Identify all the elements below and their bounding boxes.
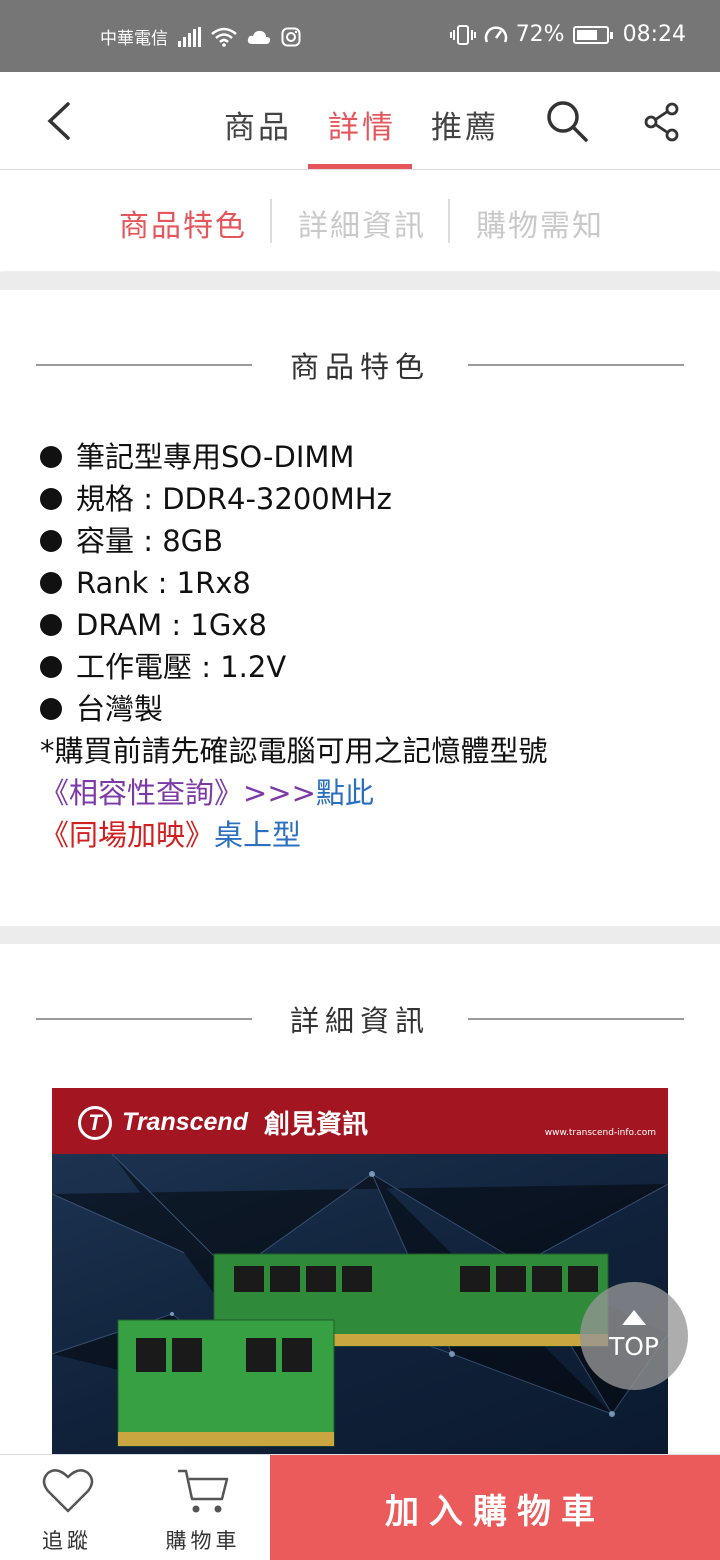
banner-brand: Transcend [122, 1108, 248, 1136]
subtab-divider [448, 199, 450, 243]
compat-link-row[interactable]: 《相容性查詢》>>>點此 [40, 772, 700, 814]
bullet-icon [40, 656, 62, 678]
tab-details[interactable]: 詳情 [328, 102, 396, 147]
ram-modules-illustration [52, 1153, 668, 1447]
features-section-title: 商品特色 [0, 344, 720, 384]
promo-link[interactable]: 桌上型 [214, 818, 301, 852]
detail-sub-tabs: 商品特色 詳細資訊 購物需知 [0, 171, 720, 271]
feature-text: 筆記型專用SO-DIMM [76, 440, 355, 474]
search-icon[interactable] [544, 98, 590, 144]
tab-recommend[interactable]: 推薦 [431, 102, 499, 147]
feature-text: 容量 : 8GB [76, 524, 224, 558]
promo-link-row[interactable]: 《同場加映》桌上型 [40, 814, 700, 856]
subtab-details[interactable]: 詳細資訊 [298, 201, 426, 245]
compat-prefix: 《相容性查詢》 [40, 776, 244, 810]
promo-prefix: 《同場加映》 [40, 818, 215, 852]
features-list: 筆記型專用SO-DIMM 規格 : DDR4-3200MHz 容量 : 8GB … [40, 436, 700, 856]
add-to-cart-button[interactable]: 加入購物車 [270, 1455, 720, 1560]
feature-item: 工作電壓 : 1.2V [40, 646, 700, 688]
feature-item: 筆記型專用SO-DIMM [40, 436, 700, 478]
top-nav: 商品 詳情 推薦 [0, 72, 720, 170]
divider-line [468, 364, 684, 366]
scroll-to-top-button[interactable]: TOP [580, 1282, 688, 1390]
product-detail-page: 中華電信 72% 08:24 商品 詳情 推薦 商品特色 詳細資訊 購物需知 商… [0, 0, 720, 1560]
bullet-icon [40, 530, 62, 552]
feature-text: 工作電壓 : 1.2V [76, 650, 287, 684]
bottom-action-bar: 追蹤 購物車 加入購物車 [0, 1454, 720, 1560]
feature-text: 台灣製 [76, 692, 164, 726]
data-saver-icon [484, 25, 507, 43]
section-gap [0, 926, 720, 944]
banner-url: www.transcend-info.com [544, 1128, 656, 1138]
top-label: TOP [608, 1332, 660, 1361]
cloud-icon [247, 30, 271, 44]
tab-product[interactable]: 商品 [224, 102, 292, 147]
feature-item: Rank : 1Rx8 [40, 562, 700, 604]
bullet-icon [40, 446, 62, 468]
bullet-icon [40, 488, 62, 510]
banner-artwork [52, 1153, 668, 1454]
section-gap [0, 272, 720, 290]
feature-item: DRAM : 1Gx8 [40, 604, 700, 646]
divider-line [468, 1018, 684, 1020]
active-tab-indicator [308, 164, 412, 169]
wifi-icon [211, 27, 237, 47]
purchase-note: *購買前請先確認電腦可用之記憶體型號 [40, 734, 548, 768]
status-bar: 中華電信 72% 08:24 [0, 0, 720, 72]
status-left: 中華電信 [100, 24, 301, 49]
feature-text: 規格 : DDR4-3200MHz [76, 482, 392, 516]
banner-brand-cn: 創見資訊 [263, 1109, 368, 1139]
banner-header: T Transcend 創見資訊 www.transcend-info.com [52, 1088, 668, 1154]
details-section-title: 詳細資訊 [0, 998, 720, 1038]
carrier-name: 中華電信 [100, 29, 168, 49]
clock: 08:24 [622, 22, 686, 47]
cart-link-button[interactable]: 購物車 [138, 1455, 268, 1560]
bullet-icon [40, 614, 62, 636]
bullet-icon [40, 698, 62, 720]
signal-icon [178, 26, 201, 47]
bullet-icon [40, 572, 62, 594]
cart-icon [178, 1469, 229, 1513]
feature-text: DRAM : 1Gx8 [76, 608, 267, 642]
feature-item: 容量 : 8GB [40, 520, 700, 562]
subtab-divider [270, 199, 272, 243]
compat-link[interactable]: 點此 [316, 776, 374, 810]
feature-text: Rank : 1Rx8 [76, 566, 251, 600]
battery-icon [572, 25, 613, 44]
status-right: 72% 08:24 [449, 22, 686, 47]
feature-item: 台灣製 [40, 688, 700, 730]
track-label: 追蹤 [42, 1529, 92, 1553]
instagram-icon [281, 27, 301, 46]
compat-arrows: >>> [243, 776, 316, 810]
back-arrow-icon[interactable] [40, 100, 80, 142]
cart-label: 購物車 [165, 1529, 241, 1553]
subtab-features[interactable]: 商品特色 [119, 201, 247, 245]
subtab-shopping-notes[interactable]: 購物需知 [476, 201, 604, 245]
battery-percent: 72% [515, 22, 565, 47]
arrow-up-icon [622, 1310, 646, 1325]
feature-item: 規格 : DDR4-3200MHz [40, 478, 700, 520]
heart-icon [42, 1469, 94, 1513]
product-banner-image: T Transcend 創見資訊 www.transcend-info.com [52, 1088, 668, 1454]
share-icon[interactable] [642, 102, 682, 142]
transcend-logo: T Transcend 創見資訊 [78, 1104, 368, 1141]
track-button[interactable]: 追蹤 [2, 1455, 132, 1560]
vibrate-icon [449, 24, 476, 45]
transcend-mark-icon: T [78, 1105, 112, 1140]
